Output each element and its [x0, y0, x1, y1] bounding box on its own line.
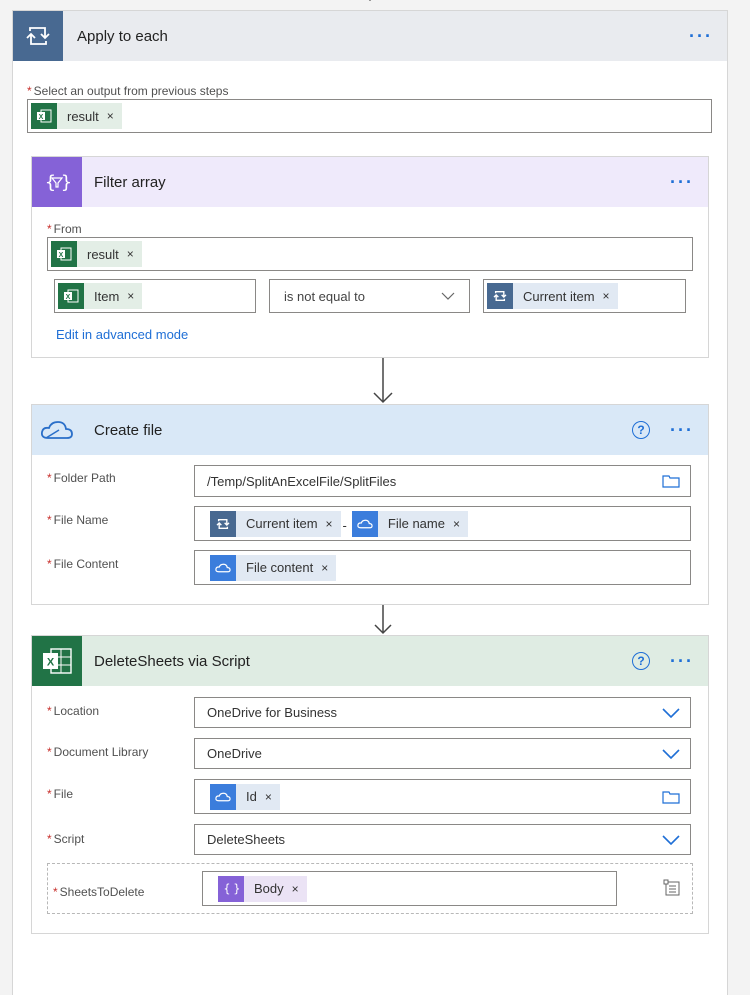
location-label: * Location — [47, 704, 100, 718]
sheets-to-delete-group: *SheetsToDelete {} Body × — [47, 863, 693, 914]
chevron-down-icon — [662, 748, 680, 759]
loop-icon — [13, 11, 63, 61]
loop-icon — [210, 510, 236, 537]
dynamic-token-item[interactable]: X Item × — [58, 283, 143, 309]
document-library-dropdown[interactable]: OneDrive — [194, 738, 691, 769]
dynamic-token-current-item[interactable]: Current item × — [210, 510, 341, 537]
flow-arrow-top — [368, 0, 372, 1]
dynamic-token-id[interactable]: Id × — [210, 783, 280, 810]
script-dropdown[interactable]: DeleteSheets — [194, 824, 691, 855]
loop-icon — [487, 283, 513, 309]
dynamic-token-result[interactable]: X result × — [51, 241, 142, 267]
folder-icon[interactable] — [662, 790, 680, 804]
select-output-field[interactable]: X result × — [27, 99, 712, 133]
filter-array-card: {} Filter array ··· *From X result × X I… — [31, 156, 709, 358]
excel-icon: X — [31, 103, 57, 129]
document-library-label: * Document Library — [47, 745, 149, 759]
file-field[interactable]: Id × — [194, 779, 691, 814]
svg-text:X: X — [47, 657, 55, 669]
sheets-to-delete-label: * SheetsToDelete — [53, 885, 145, 899]
svg-text:X: X — [39, 114, 44, 121]
folder-path-value: /Temp/SplitAnExcelFile/SplitFiles — [207, 473, 397, 489]
file-name-separator: - — [342, 518, 347, 533]
more-options-button[interactable]: ··· — [670, 173, 694, 191]
folder-icon[interactable] — [662, 474, 680, 488]
edit-advanced-mode-link[interactable]: Edit in advanced mode — [56, 327, 188, 342]
file-content-field[interactable]: File content × — [194, 550, 691, 585]
apply-to-each-title: Apply to each — [77, 27, 168, 45]
more-options-button[interactable]: ··· — [670, 652, 694, 670]
condition-right-field[interactable]: Current item × — [483, 279, 686, 313]
file-name-field[interactable]: Current item × - File name × — [194, 506, 691, 541]
create-file-header[interactable]: Create file ? ··· — [32, 405, 708, 455]
svg-text:}: } — [233, 882, 239, 895]
apply-to-each-action: Apply to each ··· * Select an output from… — [12, 10, 728, 995]
onedrive-icon — [351, 510, 378, 537]
select-output-label: * Select an output from previous steps — [27, 84, 229, 98]
sheets-to-delete-field[interactable]: {} Body × — [202, 871, 617, 906]
data-operation-icon: {} — [218, 875, 244, 902]
remove-token-icon[interactable]: × — [107, 109, 114, 123]
script-label: * Script — [47, 832, 85, 846]
delete-sheets-header[interactable]: X DeleteSheets via Script ? ··· — [32, 636, 708, 686]
location-dropdown[interactable]: OneDrive for Business — [194, 697, 691, 728]
excel-icon: X — [51, 241, 77, 267]
svg-text:X: X — [59, 252, 64, 259]
remove-token-icon[interactable]: × — [292, 882, 299, 896]
remove-token-icon[interactable]: × — [603, 289, 610, 303]
svg-text:}: } — [61, 172, 70, 193]
chevron-down-icon — [662, 707, 680, 718]
onedrive-icon — [210, 554, 236, 581]
flow-arrow — [374, 605, 392, 635]
dynamic-token-file-name[interactable]: File name × — [351, 510, 468, 537]
onedrive-icon — [32, 405, 82, 455]
more-options-button[interactable]: ··· — [670, 421, 694, 439]
from-field[interactable]: X result × — [47, 237, 693, 271]
excel-online-icon: X — [32, 636, 82, 686]
array-switch-icon[interactable] — [663, 879, 681, 897]
dynamic-token-file-content[interactable]: File content × — [210, 554, 337, 581]
dynamic-token-body[interactable]: {} Body × — [218, 875, 307, 902]
delete-sheets-title: DeleteSheets via Script — [94, 652, 250, 670]
help-icon[interactable]: ? — [632, 652, 650, 670]
create-file-title: Create file — [94, 421, 163, 439]
data-operation-icon: {} — [32, 157, 82, 207]
onedrive-icon — [210, 783, 236, 810]
svg-text:{: { — [224, 882, 231, 895]
remove-token-icon[interactable]: × — [453, 517, 460, 531]
apply-to-each-header[interactable]: Apply to each ··· — [13, 11, 727, 61]
flow-arrow — [373, 358, 393, 404]
chevron-down-icon — [441, 292, 455, 300]
condition-left-field[interactable]: X Item × — [54, 279, 256, 313]
remove-token-icon[interactable]: × — [321, 561, 328, 575]
from-label: * From — [47, 222, 82, 236]
file-content-label: * File Content — [47, 557, 119, 571]
document-library-value: OneDrive — [207, 746, 262, 761]
more-options-button[interactable]: ··· — [689, 27, 713, 45]
excel-icon: X — [58, 283, 84, 309]
remove-token-icon[interactable]: × — [326, 517, 333, 531]
script-value: DeleteSheets — [207, 832, 286, 847]
dynamic-token-result[interactable]: X result × — [31, 103, 122, 129]
remove-token-icon[interactable]: × — [265, 790, 272, 804]
remove-token-icon[interactable]: × — [127, 247, 134, 261]
delete-sheets-card: X DeleteSheets via Script ? ··· * Locatio… — [31, 635, 709, 934]
condition-operator-dropdown[interactable]: is not equal to — [269, 279, 470, 313]
help-icon[interactable]: ? — [632, 421, 650, 439]
operator-value: is not equal to — [284, 288, 365, 304]
svg-text:{: { — [45, 172, 56, 193]
create-file-card: Create file ? ··· * Folder Path /Temp/Spl… — [31, 404, 709, 605]
location-value: OneDrive for Business — [207, 705, 338, 720]
filter-array-header[interactable]: {} Filter array ··· — [32, 157, 708, 207]
chevron-down-icon — [662, 834, 680, 845]
file-name-label: * File Name — [47, 513, 109, 527]
file-label: * File — [47, 787, 74, 801]
folder-path-field[interactable]: /Temp/SplitAnExcelFile/SplitFiles — [194, 465, 691, 497]
svg-text:X: X — [66, 294, 71, 301]
filter-array-title: Filter array — [94, 173, 166, 191]
remove-token-icon[interactable]: × — [127, 289, 134, 303]
folder-path-label: * Folder Path — [47, 471, 116, 485]
dynamic-token-current-item[interactable]: Current item × — [487, 283, 618, 309]
